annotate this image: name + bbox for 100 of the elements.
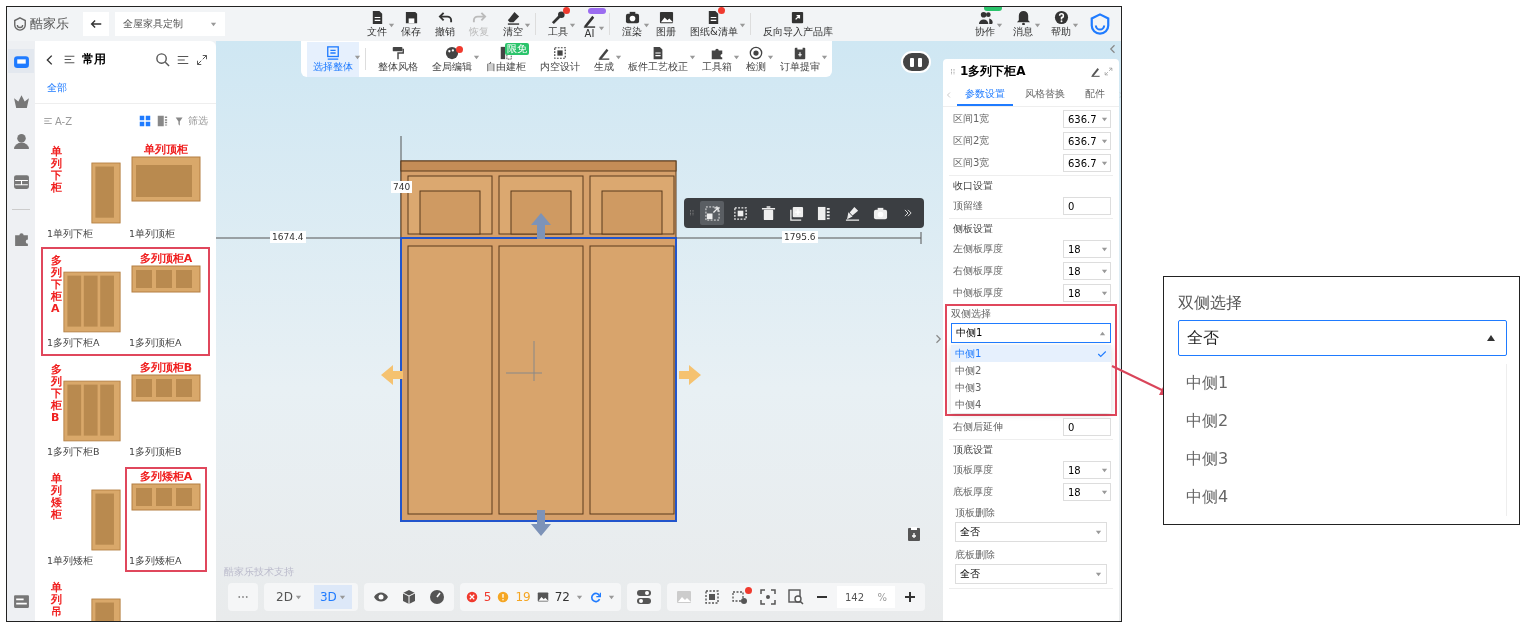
toolbar-button[interactable]: 全局编辑 bbox=[426, 41, 478, 77]
section-header[interactable]: 侧板设置 bbox=[949, 220, 1113, 238]
toolbar-button[interactable]: 图纸&清单 bbox=[684, 9, 744, 39]
toolbar-button[interactable]: 清空 bbox=[497, 9, 529, 39]
select-field[interactable]: 18 bbox=[1063, 262, 1111, 280]
field-label: 左侧板厚度 bbox=[953, 242, 1003, 256]
dropdown-option[interactable]: 中侧2 bbox=[1178, 402, 1506, 440]
view-mode-button[interactable]: 2D bbox=[270, 585, 308, 609]
zoom-field[interactable]: 142 % bbox=[836, 586, 895, 608]
dropdown-option[interactable]: 中侧1 bbox=[951, 345, 1111, 362]
dropdown-option[interactable]: 中侧3 bbox=[1178, 440, 1506, 478]
dropdown-option[interactable]: 中侧4 bbox=[1178, 478, 1506, 516]
down-arrow-icon[interactable] bbox=[531, 510, 551, 536]
up-arrow-icon[interactable] bbox=[531, 213, 551, 239]
select-field[interactable]: 18 bbox=[1063, 483, 1111, 501]
toolbar-button[interactable]: 生成 bbox=[588, 41, 620, 77]
palette-icon bbox=[445, 45, 459, 60]
caret-icon bbox=[996, 21, 1003, 29]
select-field[interactable]: 全否 bbox=[1178, 320, 1507, 356]
sidebar-tab[interactable] bbox=[8, 49, 34, 73]
toolbar-button[interactable]: 整体风格 bbox=[372, 41, 424, 77]
badge: 限免 bbox=[505, 42, 529, 55]
toolbar-button[interactable]: 帮助 bbox=[1045, 9, 1077, 39]
caret-icon bbox=[569, 21, 576, 29]
tool-button[interactable] bbox=[700, 201, 724, 225]
pause-button[interactable] bbox=[901, 51, 931, 73]
toolbar-button[interactable]: 撤销 bbox=[429, 9, 461, 39]
toolbar-button[interactable]: AI bbox=[576, 12, 603, 39]
toolbar-button[interactable]: 保存 bbox=[395, 9, 427, 39]
input-field[interactable]: 0 bbox=[1063, 197, 1111, 215]
caret-icon bbox=[524, 21, 531, 29]
product-card[interactable]: 单列吊 bbox=[43, 576, 125, 621]
select-field[interactable]: 中侧1 bbox=[951, 323, 1111, 343]
tab[interactable]: 配件 bbox=[1077, 84, 1113, 106]
project-dropdown[interactable]: 全屋家具定制 bbox=[115, 12, 225, 36]
caret-icon bbox=[615, 53, 622, 61]
cabinet-drawing bbox=[63, 380, 121, 442]
back-button[interactable] bbox=[83, 12, 109, 36]
grid-view-button[interactable] bbox=[139, 115, 151, 127]
product-card[interactable]: 单列下柜 1单列下柜 bbox=[43, 140, 125, 245]
dropdown-option[interactable]: 中侧1 bbox=[1178, 364, 1506, 402]
caret-icon bbox=[1101, 115, 1108, 123]
select-field[interactable]: 18 bbox=[1063, 240, 1111, 258]
field-label: 右侧板厚度 bbox=[953, 264, 1003, 278]
select-field[interactable]: 全否 bbox=[955, 564, 1107, 584]
product-card[interactable]: 多列顶柜B 1多列顶柜B bbox=[125, 358, 207, 463]
product-card[interactable]: 单列顶柜 1单列顶柜 bbox=[125, 140, 207, 245]
caret-icon bbox=[575, 593, 583, 601]
select-field[interactable]: 全否 bbox=[955, 522, 1107, 542]
toolbar-button[interactable]: 协作 bbox=[969, 9, 1001, 39]
toolbar-button[interactable]: 文件 bbox=[361, 9, 393, 39]
toolbar-button[interactable]: 渲染 bbox=[616, 9, 648, 39]
annotation-text: 多列下柜B bbox=[51, 364, 62, 425]
toolbar-button[interactable]: 工具 bbox=[542, 9, 574, 39]
toolbar-button[interactable]: 检测 bbox=[740, 41, 772, 77]
section-header[interactable]: 收口设置 bbox=[949, 177, 1113, 195]
dropdown-option[interactable]: 中侧4 bbox=[951, 396, 1111, 413]
toolbar-button[interactable]: 内空设计 bbox=[534, 41, 586, 77]
toolbar-button[interactable]: 订单提审 bbox=[774, 41, 826, 77]
annotation-text: 单列矮柜 bbox=[51, 473, 62, 522]
tab[interactable]: 风格替换 bbox=[1017, 84, 1073, 106]
tab[interactable]: 参数设置 bbox=[957, 84, 1013, 106]
select-field[interactable]: 636.7 bbox=[1063, 154, 1111, 172]
caret-icon bbox=[1101, 488, 1108, 496]
list-view-button[interactable] bbox=[157, 115, 169, 127]
select-field[interactable]: 636.7 bbox=[1063, 110, 1111, 128]
panel-icon bbox=[12, 592, 30, 610]
field-label: 顶板厚度 bbox=[953, 463, 993, 477]
product-card[interactable]: 多列下柜A 1多列下柜A bbox=[43, 249, 125, 354]
toolbar-button[interactable]: 工具箱 bbox=[696, 41, 738, 77]
input-field[interactable]: 0 bbox=[1063, 418, 1111, 436]
select-field[interactable]: 18 bbox=[1063, 461, 1111, 479]
left-arrow-icon[interactable] bbox=[381, 365, 403, 385]
clipboard-button[interactable] bbox=[906, 526, 922, 542]
product-card[interactable]: 多列下柜B 1多列下柜B bbox=[43, 358, 125, 463]
field-label: 右侧后延伸 bbox=[953, 420, 1003, 434]
wrench-icon bbox=[550, 9, 566, 25]
resize-icon bbox=[704, 205, 720, 221]
dropdown-option[interactable]: 中侧3 bbox=[951, 379, 1111, 396]
dropdown-option[interactable]: 中侧2 bbox=[951, 362, 1111, 379]
person-icon bbox=[12, 132, 30, 150]
select-field[interactable]: 636.7 bbox=[1063, 132, 1111, 150]
toolbar-button[interactable]: 选择整体 bbox=[307, 41, 359, 77]
product-card[interactable]: 单列矮柜 1单列矮柜 bbox=[43, 467, 125, 572]
toolbar-button[interactable]: 反向导入产品库 bbox=[756, 9, 839, 39]
toolbar-button[interactable]: 图册 bbox=[650, 9, 682, 39]
annotation-text: 多列顶柜B bbox=[139, 362, 193, 375]
dimension-label: 1674.4 bbox=[270, 231, 306, 243]
toolbar-button[interactable]: 消息 bbox=[1007, 9, 1039, 39]
category-link[interactable]: 全部 bbox=[47, 82, 67, 93]
smile-shield-icon bbox=[13, 17, 27, 31]
dimension-label: 1795.6 bbox=[782, 231, 818, 243]
product-card[interactable]: 多列顶柜A 1多列顶柜A bbox=[125, 249, 207, 354]
caret-icon bbox=[767, 53, 774, 61]
section-header[interactable]: 顶底设置 bbox=[949, 441, 1113, 459]
product-card[interactable]: 多列矮柜A 1多列矮柜A bbox=[125, 467, 207, 572]
toolbar-button[interactable]: 板件工艺校正 bbox=[622, 41, 694, 77]
columns-icon bbox=[816, 205, 832, 221]
select-field[interactable]: 18 bbox=[1063, 284, 1111, 302]
toolbar-button[interactable]: 限免 自由建柜 bbox=[480, 41, 532, 77]
